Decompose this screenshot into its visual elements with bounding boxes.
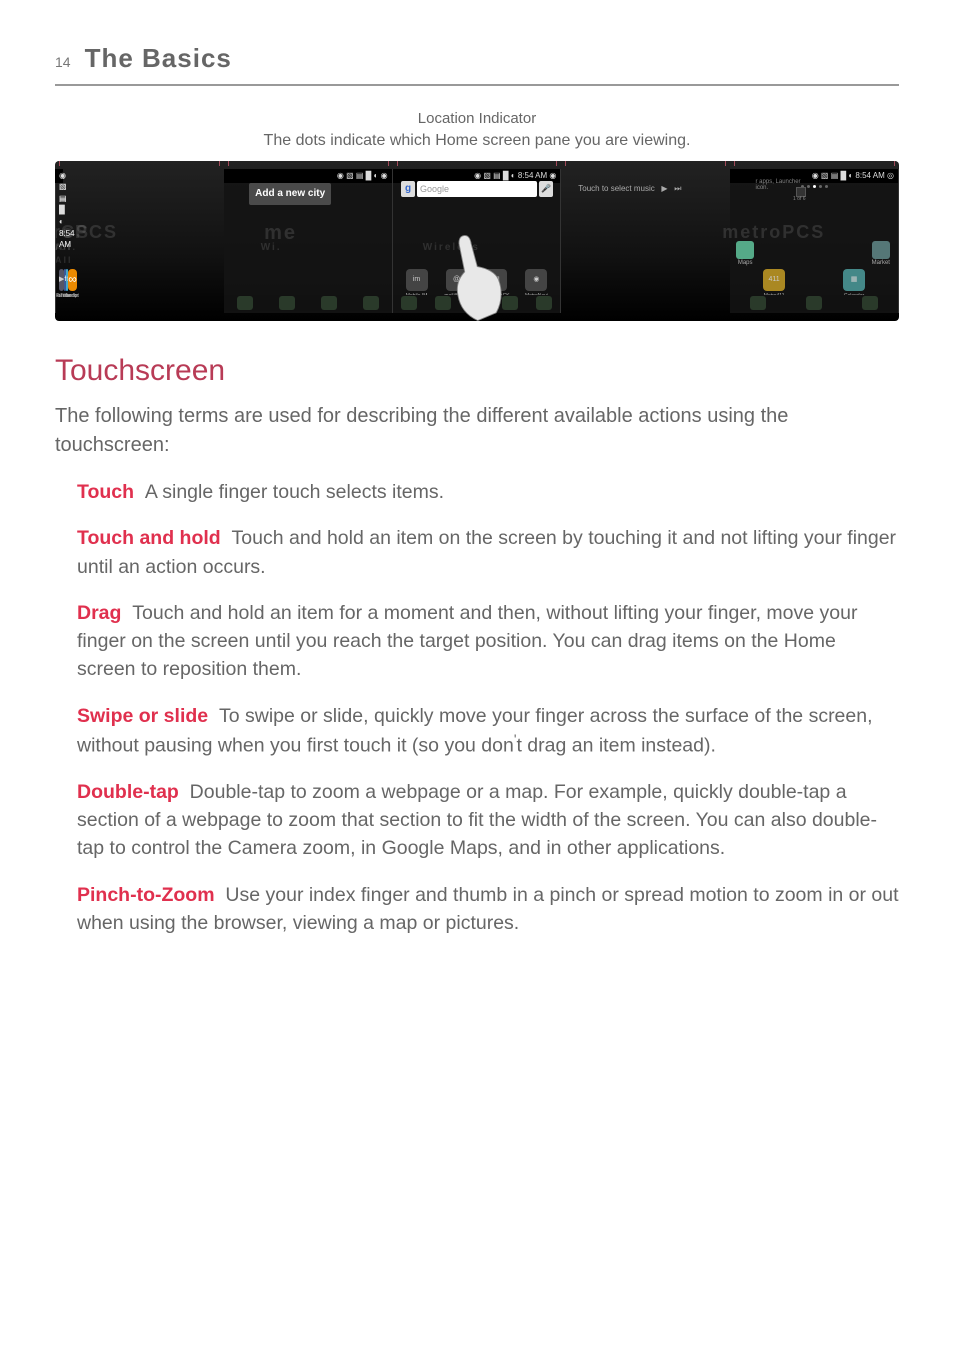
lead-paragraph: The following terms are used for describ… bbox=[55, 402, 899, 460]
google-search-widget[interactable]: g Google 🎤 bbox=[401, 181, 553, 197]
home-screen-5: ◉ ▧ ▤ █ ◐ 8:54 AM CS All. bbox=[55, 169, 56, 313]
term-touch-hold: Touch and hold Touch and hold an item on… bbox=[77, 524, 899, 581]
nav-contacts-icon[interactable] bbox=[806, 296, 822, 310]
term-label: Touch and hold bbox=[77, 527, 221, 549]
app-metro411-icon[interactable]: 411 bbox=[763, 269, 785, 291]
search-input[interactable]: Google bbox=[417, 181, 537, 197]
nav-apps-icon[interactable] bbox=[862, 296, 878, 310]
nav-phone-icon[interactable] bbox=[401, 296, 417, 310]
indicator-caption: Location Indicator The dots indicate whi… bbox=[55, 108, 899, 153]
home-screens-figure: ◉ ▧ ▤ █ ◐ ◉ me Wi. ◉ ▧ ▤ █ ◐ 8:54 AM ◉ W… bbox=[55, 161, 899, 321]
section-heading: Touchscreen bbox=[55, 349, 899, 393]
app-calendar-icon[interactable]: ▦ bbox=[843, 269, 865, 291]
status-bar: ◉ ▧ ▤ █ ◐ ◉ bbox=[224, 169, 392, 183]
page-title: The Basics bbox=[85, 40, 232, 78]
page-header: 14 The Basics bbox=[55, 40, 899, 86]
app-row: 411 ▦ bbox=[734, 269, 894, 291]
nav-row bbox=[224, 295, 392, 311]
term-drag: Drag Touch and hold an item for a moment… bbox=[77, 599, 899, 684]
term-desc: Touch and hold an item for a moment and … bbox=[77, 602, 857, 681]
indicator-subtitle: The dots indicate which Home screen pane… bbox=[55, 129, 899, 152]
term-label: Drag bbox=[77, 602, 121, 624]
term-double-tap: Double-tap Double-tap to zoom a webpage … bbox=[77, 778, 899, 863]
indicator-title: Location Indicator bbox=[55, 108, 899, 130]
tips-widget: r apps, Launcher icon. 1 of 6 bbox=[756, 179, 806, 203]
term-label: Double-tap bbox=[77, 781, 179, 803]
term-label: Swipe or slide bbox=[77, 705, 208, 727]
term-desc: A single finger touch selects items. bbox=[145, 481, 444, 503]
nav-msg-icon[interactable] bbox=[363, 296, 379, 310]
nav-contacts-icon[interactable] bbox=[279, 296, 295, 310]
term-touch: Touch A single finger touch selects item… bbox=[77, 478, 899, 506]
music-widget-hint[interactable]: Touch to select music ▶ ⏭ bbox=[578, 183, 681, 195]
nav-phone-icon[interactable] bbox=[237, 296, 253, 310]
app-loopt-icon[interactable]: ∞ bbox=[68, 269, 77, 291]
google-g-icon[interactable]: g bbox=[401, 181, 415, 197]
bg-text-all: All. bbox=[55, 241, 77, 254]
status-bar: ◉ ▧ ▤ █ ◐ 8:54 AM bbox=[55, 169, 63, 183]
term-label: Touch bbox=[77, 481, 134, 503]
add-city-widget[interactable]: Add a new city bbox=[249, 183, 331, 206]
term-desc-b: t drag an item instead). bbox=[516, 734, 715, 756]
nav-phone-icon[interactable] bbox=[750, 296, 766, 310]
term-swipe: Swipe or slide To swipe or slide, quickl… bbox=[77, 702, 899, 760]
page-number: 14 bbox=[55, 52, 71, 72]
market-shortcut[interactable]: Market bbox=[872, 241, 890, 268]
maps-shortcut[interactable]: Maps bbox=[736, 241, 754, 268]
bg-text-wi: Wi. bbox=[261, 241, 282, 256]
term-pinch: Pinch-to-Zoom Use your index finger and … bbox=[77, 881, 899, 938]
mic-icon[interactable]: 🎤 bbox=[539, 181, 553, 197]
nav-apps-icon[interactable] bbox=[321, 296, 337, 310]
app-mobileim-icon[interactable]: im bbox=[406, 269, 428, 291]
term-desc: Double-tap to zoom a webpage or a map. F… bbox=[77, 781, 877, 860]
nav-row bbox=[730, 295, 898, 311]
term-label: Pinch-to-Zoom bbox=[77, 884, 215, 906]
app-metronavi-icon[interactable]: ◉ bbox=[525, 269, 547, 291]
nav-browser-icon[interactable] bbox=[536, 296, 552, 310]
